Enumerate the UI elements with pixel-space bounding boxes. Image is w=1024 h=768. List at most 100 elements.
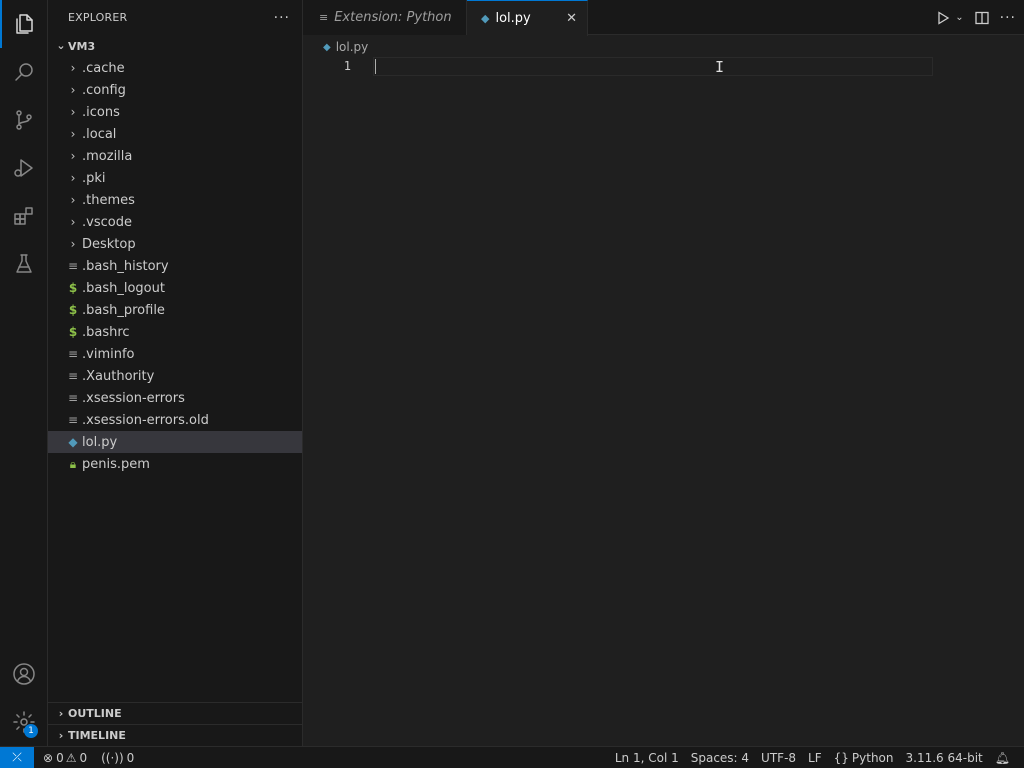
- chevron-right-icon: ›: [70, 193, 76, 207]
- chevron-down-icon[interactable]: ⌄: [955, 12, 963, 23]
- tree-item-label: .mozilla: [82, 148, 133, 164]
- tree-file[interactable]: $ .bash_profile: [48, 299, 302, 321]
- chevron-right-icon: ›: [70, 171, 76, 185]
- outline-section[interactable]: › OUTLINE: [48, 702, 303, 724]
- chevron-right-icon: ›: [70, 105, 76, 119]
- text-file-icon: ≡: [67, 369, 79, 383]
- tree-file[interactable]: 🔒︎ penis.pem: [48, 453, 302, 475]
- tree-folder[interactable]: › .themes: [48, 189, 302, 211]
- breadcrumb[interactable]: ◆ lol.py: [323, 37, 368, 57]
- tree-folder[interactable]: › .config: [48, 79, 302, 101]
- tab-extension-python[interactable]: ≡ Extension: Python: [303, 0, 467, 35]
- split-editor-icon[interactable]: [974, 10, 990, 26]
- tree-item-label: .cache: [82, 60, 125, 76]
- timeline-section[interactable]: › TIMELINE: [48, 724, 303, 746]
- chevron-right-icon: ›: [70, 83, 76, 97]
- python-file-icon: ◆: [323, 41, 331, 53]
- chevron-down-icon: ⌄: [56, 39, 66, 52]
- tree-folder[interactable]: › .icons: [48, 101, 302, 123]
- broadcast-icon: ((·)): [101, 750, 124, 765]
- tree-file[interactable]: ≡ .viminfo: [48, 343, 302, 365]
- python-interpreter[interactable]: 3.11.6 64-bit: [900, 747, 989, 768]
- tree-item-label: .local: [82, 126, 117, 142]
- chevron-right-icon: ›: [70, 61, 76, 75]
- tree-folder[interactable]: › .local: [48, 123, 302, 145]
- more-actions-icon[interactable]: ···: [1000, 10, 1016, 26]
- tree-folder[interactable]: › .vscode: [48, 211, 302, 233]
- text-file-icon: ≡: [67, 259, 79, 273]
- tree-item-label: .icons: [82, 104, 120, 120]
- problems-indicator[interactable]: ⊗ 0 ⚠ 0: [38, 747, 92, 768]
- ports-indicator[interactable]: ((·)) 0: [96, 747, 139, 768]
- tab-lol-py[interactable]: ◆ lol.py ✕: [467, 0, 588, 36]
- warning-count: 0: [79, 750, 88, 765]
- run-debug-icon[interactable]: [0, 144, 48, 192]
- tree-folder[interactable]: › .pki: [48, 167, 302, 189]
- source-control-icon[interactable]: [0, 96, 48, 144]
- line-number: 1: [343, 59, 351, 73]
- ports-count: 0: [126, 750, 135, 765]
- explorer-icon[interactable]: [0, 0, 48, 48]
- tree-item-label: .vscode: [82, 214, 132, 230]
- status-bar: ⤫ ⊗ 0 ⚠ 0 ((·)) 0 Ln 1, Col 1 Spaces: 4 …: [0, 746, 1024, 768]
- python-file-icon: ◆: [481, 12, 490, 25]
- close-icon[interactable]: ✕: [566, 11, 577, 26]
- accounts-icon[interactable]: [0, 650, 48, 698]
- workspace-root[interactable]: ⌄ VM3: [48, 35, 302, 57]
- language-mode[interactable]: {} Python: [828, 747, 900, 768]
- warning-icon: ⚠: [65, 750, 77, 765]
- explorer-title: EXPLORER: [68, 11, 128, 24]
- outline-label: OUTLINE: [68, 707, 122, 720]
- text-file-icon: ≡: [67, 391, 79, 405]
- tree-item-label: penis.pem: [82, 456, 150, 472]
- tree-file[interactable]: $ .bashrc: [48, 321, 302, 343]
- cursor-position[interactable]: Ln 1, Col 1: [609, 747, 685, 768]
- tree-item-label: .pki: [82, 170, 106, 186]
- tree-folder[interactable]: › .cache: [48, 57, 302, 79]
- braces-icon: {}: [833, 751, 849, 765]
- end-of-line[interactable]: LF: [802, 747, 828, 768]
- tree-file[interactable]: ≡ .xsession-errors.old: [48, 409, 302, 431]
- tree-file[interactable]: ≡ .Xauthority: [48, 365, 302, 387]
- tree-item-label: .bash_profile: [82, 302, 165, 318]
- tree-item-label: Desktop: [82, 236, 136, 252]
- tree-file[interactable]: ≡ .bash_history: [48, 255, 302, 277]
- tree-file[interactable]: ≡ .xsession-errors: [48, 387, 302, 409]
- extensions-icon[interactable]: [0, 192, 48, 240]
- more-actions-icon[interactable]: ···: [274, 10, 290, 26]
- activity-bar: 1: [0, 0, 48, 746]
- language-label: Python: [851, 751, 894, 765]
- shell-file-icon: $: [68, 325, 78, 339]
- tab-bar: ≡ Extension: Python ◆ lol.py ✕ ⌄ ···: [303, 0, 1024, 36]
- workspace-root-label: VM3: [68, 39, 96, 53]
- text-file-icon: ≡: [67, 413, 79, 427]
- tree-file[interactable]: $ .bash_logout: [48, 277, 302, 299]
- chevron-right-icon: ›: [70, 215, 76, 229]
- status-right: Ln 1, Col 1 Spaces: 4 UTF-8 LF {} Python…: [609, 747, 1016, 768]
- tree-item-label: .Xauthority: [82, 368, 155, 384]
- lock-icon: 🔒︎: [69, 456, 77, 471]
- indentation[interactable]: Spaces: 4: [685, 747, 755, 768]
- notifications-bell-icon[interactable]: 🔔︎: [989, 747, 1016, 768]
- settings-badge: 1: [24, 724, 38, 738]
- encoding[interactable]: UTF-8: [755, 747, 802, 768]
- tree-item-label: .viminfo: [82, 346, 135, 362]
- python-file-icon: ◆: [68, 435, 78, 449]
- tree-folder[interactable]: › .mozilla: [48, 145, 302, 167]
- explorer-sidebar: EXPLORER ··· ⌄ VM3 › .cache › .config › .icon…: [48, 0, 303, 746]
- chevron-right-icon: ›: [70, 149, 76, 163]
- breadcrumb-file[interactable]: lol.py: [336, 40, 369, 54]
- chevron-right-icon: ›: [58, 728, 64, 742]
- testing-icon[interactable]: [0, 240, 48, 288]
- ibeam-cursor-icon: I: [715, 58, 725, 76]
- chevron-right-icon: ›: [58, 706, 64, 720]
- run-python-file-icon[interactable]: [935, 10, 951, 26]
- tree-item-label: .bash_logout: [82, 280, 165, 296]
- search-icon[interactable]: [0, 48, 48, 96]
- remote-indicator-icon[interactable]: ⤫: [0, 746, 34, 768]
- code-line[interactable]: 1: [303, 57, 933, 76]
- tree-file[interactable]: ◆ lol.py: [48, 431, 302, 453]
- settings-gear-icon[interactable]: 1: [0, 698, 48, 746]
- tree-folder[interactable]: › Desktop: [48, 233, 302, 255]
- editor-area: ≡ Extension: Python ◆ lol.py ✕ ⌄ ··· ◆ l…: [303, 0, 1024, 746]
